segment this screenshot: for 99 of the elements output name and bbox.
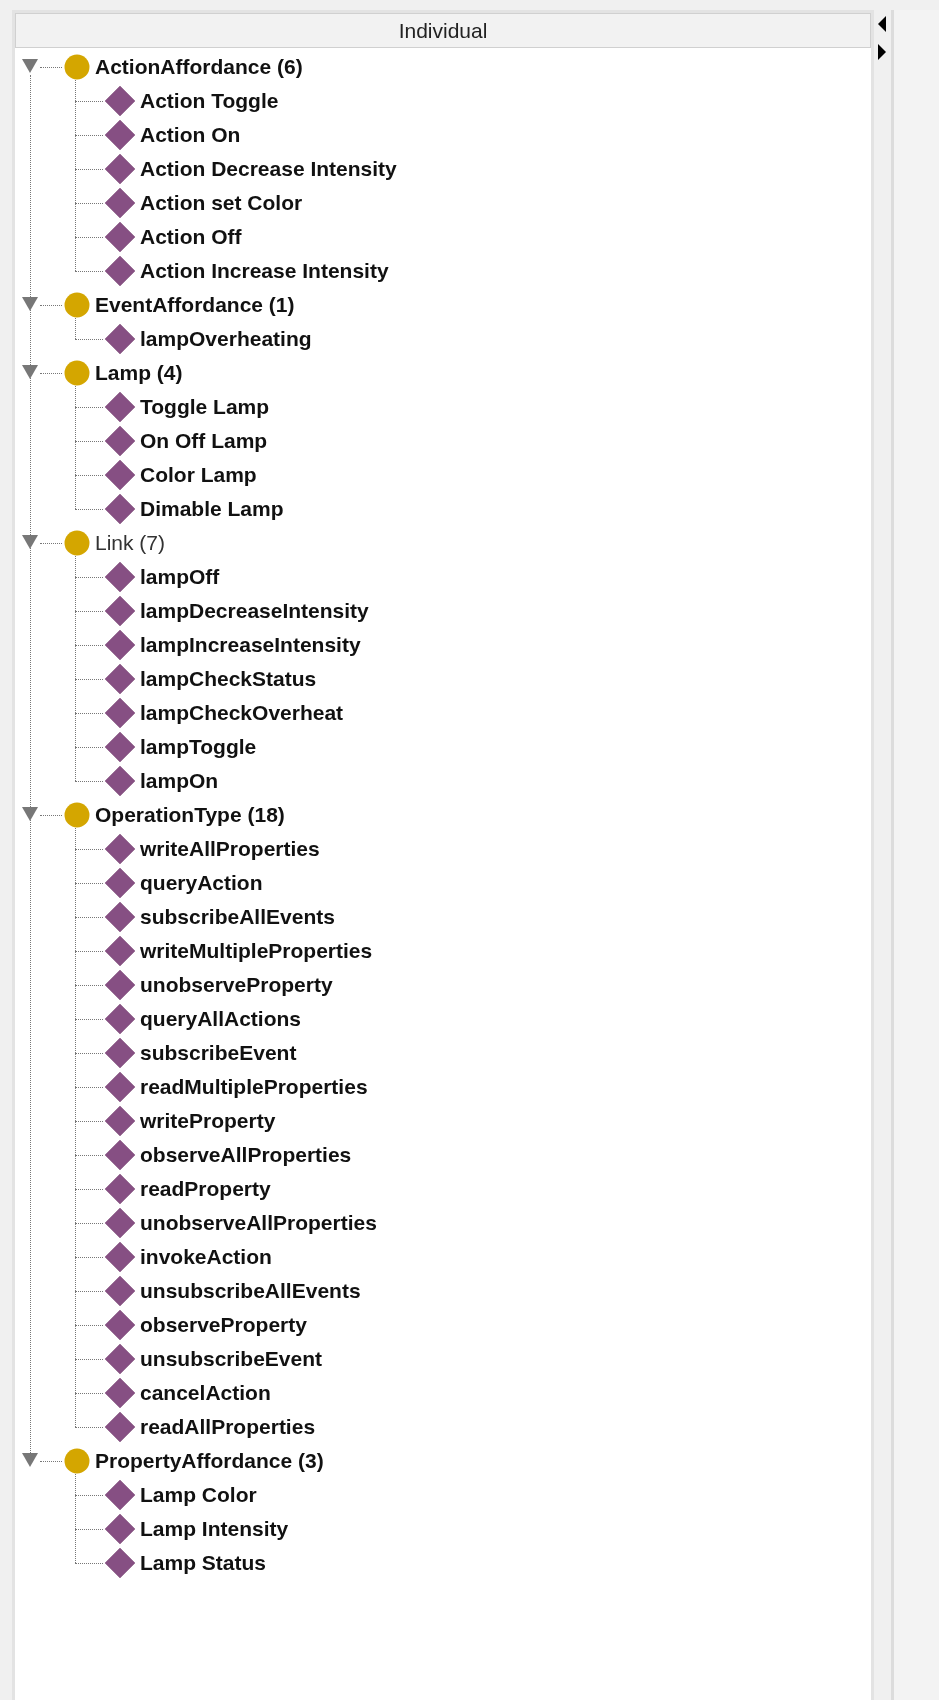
individual-icon — [103, 186, 137, 220]
class-icon — [64, 54, 90, 80]
individual-icon — [103, 254, 137, 288]
class-label[interactable]: EventAffordance (1) — [95, 289, 295, 321]
individual-label[interactable]: Lamp Status — [140, 1547, 267, 1579]
individual-label[interactable]: subscribeAllEvents — [140, 901, 335, 933]
class-label[interactable]: Link (7) — [95, 527, 166, 559]
individual-label[interactable]: lampDecreaseIntensity — [140, 595, 369, 627]
individual-label[interactable]: On Off Lamp — [140, 425, 268, 457]
individual-icon — [103, 764, 137, 798]
individual-label[interactable]: invokeAction — [140, 1241, 272, 1273]
individual-label[interactable]: lampCheckStatus — [140, 663, 317, 695]
individual-icon — [103, 84, 137, 118]
individual-icon — [103, 1104, 137, 1138]
individual-label[interactable]: lampOff — [140, 561, 220, 593]
individual-label[interactable]: Action On — [140, 119, 241, 151]
individual-label[interactable]: Action Toggle — [140, 85, 279, 117]
individual-label[interactable]: writeMultipleProperties — [140, 935, 373, 967]
individual-icon — [103, 1546, 137, 1580]
class-icon — [64, 292, 90, 318]
class-label[interactable]: Lamp (4) — [95, 357, 183, 389]
expander-icon[interactable] — [22, 535, 38, 551]
individual-icon — [103, 900, 137, 934]
individual-icon — [103, 1478, 137, 1512]
individual-label[interactable]: subscribeEvent — [140, 1037, 297, 1069]
individual-icon — [103, 1172, 137, 1206]
individual-label[interactable]: Action set Color — [140, 187, 303, 219]
individual-label[interactable]: Color Lamp — [140, 459, 257, 491]
individual-label[interactable]: lampToggle — [140, 731, 257, 763]
individual-icon — [103, 1274, 137, 1308]
individual-icon — [103, 390, 137, 424]
individual-label[interactable]: lampOn — [140, 765, 219, 797]
individual-icon — [103, 492, 137, 526]
class-label[interactable]: OperationType (18) — [95, 799, 285, 831]
individual-icon — [103, 1036, 137, 1070]
individual-icon — [103, 1512, 137, 1546]
individual-icon — [103, 866, 137, 900]
individual-icon — [103, 1376, 137, 1410]
individual-label[interactable]: observeProperty — [140, 1309, 307, 1341]
individual-icon — [103, 322, 137, 356]
individual-label[interactable]: Action Off — [140, 221, 242, 253]
individual-icon — [103, 832, 137, 866]
individual-label[interactable]: lampCheckOverheat — [140, 697, 344, 729]
class-label[interactable]: PropertyAffordance (3) — [95, 1445, 324, 1477]
individual-icon — [103, 628, 137, 662]
class-icon — [64, 530, 90, 556]
individual-icon — [103, 968, 137, 1002]
collapse-left-icon[interactable] — [877, 16, 887, 32]
individual-label[interactable]: lampOverheating — [140, 323, 312, 355]
expander-icon[interactable] — [22, 297, 38, 313]
individual-icon — [103, 560, 137, 594]
individual-icon — [103, 458, 137, 492]
individual-label[interactable]: unobserveProperty — [140, 969, 333, 1001]
individual-label[interactable]: cancelAction — [140, 1377, 271, 1409]
individual-icon — [103, 424, 137, 458]
individual-icon — [103, 1070, 137, 1104]
expander-icon[interactable] — [22, 807, 38, 823]
individual-label[interactable]: writeAllProperties — [140, 833, 320, 865]
individual-icon — [103, 934, 137, 968]
individual-label[interactable]: readMultipleProperties — [140, 1071, 368, 1103]
individual-label[interactable]: queryAction — [140, 867, 263, 899]
individual-label[interactable]: writeProperty — [140, 1105, 276, 1137]
individual-icon — [103, 1138, 137, 1172]
column-header[interactable]: Individual — [15, 13, 871, 48]
individual-icon — [103, 1240, 137, 1274]
individual-icon — [103, 1002, 137, 1036]
expander-icon[interactable] — [22, 59, 38, 75]
individual-label[interactable]: Toggle Lamp — [140, 391, 270, 423]
individual-label[interactable]: Lamp Color — [140, 1479, 257, 1511]
expander-icon[interactable] — [22, 1453, 38, 1469]
individual-icon — [103, 152, 137, 186]
class-label[interactable]: ActionAffordance (6) — [95, 51, 303, 83]
individual-label[interactable]: Lamp Intensity — [140, 1513, 289, 1545]
individual-label[interactable]: readProperty — [140, 1173, 271, 1205]
individual-label[interactable]: lampIncreaseIntensity — [140, 629, 361, 661]
individual-label[interactable]: Action Increase Intensity — [140, 255, 389, 287]
expand-right-icon[interactable] — [877, 44, 887, 60]
individual-label[interactable]: readAllProperties — [140, 1411, 316, 1443]
class-icon — [64, 360, 90, 386]
class-icon — [64, 1448, 90, 1474]
individual-label[interactable]: unobserveAllProperties — [140, 1207, 377, 1239]
individual-icon — [103, 220, 137, 254]
individual-label[interactable]: queryAllActions — [140, 1003, 302, 1035]
expander-icon[interactable] — [22, 365, 38, 381]
individual-icon — [103, 594, 137, 628]
individual-icon — [103, 1342, 137, 1376]
individual-label[interactable]: Action Decrease Intensity — [140, 153, 397, 185]
individual-icon — [103, 118, 137, 152]
individual-icon — [103, 1410, 137, 1444]
individual-label[interactable]: unsubscribeEvent — [140, 1343, 323, 1375]
individual-icon — [103, 696, 137, 730]
individual-label[interactable]: unsubscribeAllEvents — [140, 1275, 361, 1307]
individual-icon — [103, 662, 137, 696]
individual-icon — [103, 730, 137, 764]
individual-icon — [103, 1308, 137, 1342]
individual-label[interactable]: Dimable Lamp — [140, 493, 284, 525]
individual-icon — [103, 1206, 137, 1240]
individual-label[interactable]: observeAllProperties — [140, 1139, 352, 1171]
class-icon — [64, 802, 90, 828]
